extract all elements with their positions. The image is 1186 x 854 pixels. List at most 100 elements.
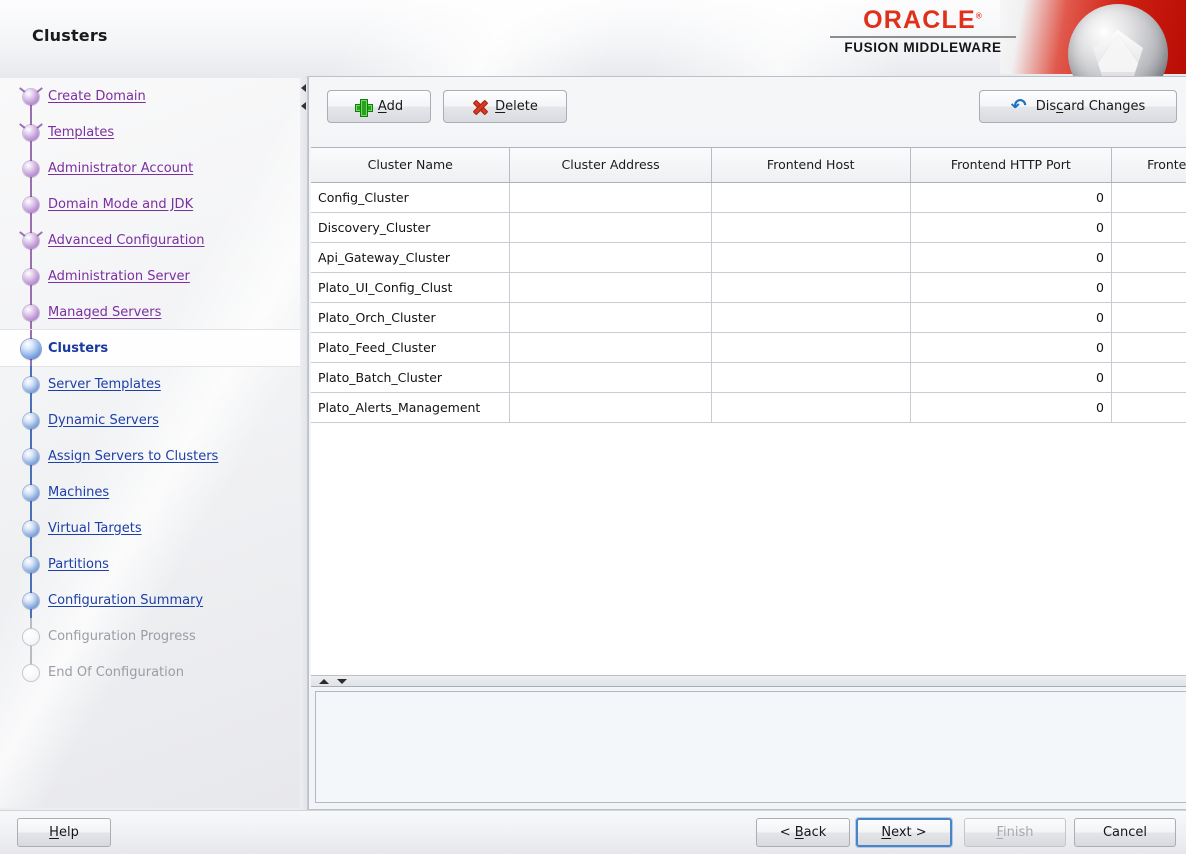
cancel-button[interactable]: Cancel xyxy=(1074,818,1176,847)
cell-frontend-host[interactable] xyxy=(711,332,911,363)
back-button[interactable]: < Back xyxy=(756,818,850,847)
cell-cluster-name[interactable]: Plato_Orch_Cluster xyxy=(311,302,511,333)
clusters-table: Cluster Name Cluster Address Frontend Ho… xyxy=(311,148,1186,423)
cell-cluster-address[interactable] xyxy=(509,302,712,333)
cell-frontend-host[interactable] xyxy=(711,182,911,213)
sidebar-item-label: Clusters xyxy=(48,340,109,356)
cell-frontend-http-port[interactable]: 0 xyxy=(910,332,1112,363)
cell-frontend-host[interactable] xyxy=(711,242,911,273)
table-row[interactable]: Discovery_Cluster 00 xyxy=(311,212,1186,243)
cell-cluster-address[interactable] xyxy=(509,332,712,363)
cell-cluster-name[interactable]: Plato_Batch_Cluster xyxy=(311,362,511,393)
cell-frontend-https-port[interactable]: 0 xyxy=(1111,392,1186,423)
next-button[interactable]: Next > xyxy=(856,818,952,847)
delete-button[interactable]: Delete xyxy=(443,90,567,123)
sidebar-item-clusters[interactable]: Clusters xyxy=(0,330,302,366)
cell-frontend-https-port[interactable]: 0 xyxy=(1111,332,1186,363)
oracle-logo: ORACLE® FUSION MIDDLEWARE xyxy=(828,8,1018,55)
cell-frontend-host[interactable] xyxy=(711,362,911,393)
table-row[interactable]: Plato_Batch_Cluster 00 xyxy=(311,362,1186,393)
help-button[interactable]: Help xyxy=(17,818,111,847)
step-node-icon xyxy=(14,330,48,366)
sidebar-item-templates[interactable]: Templates xyxy=(0,114,302,150)
cell-cluster-name[interactable]: Plato_UI_Config_Clust xyxy=(311,272,511,303)
sidebar-item-partitions[interactable]: Partitions xyxy=(0,546,302,582)
cell-frontend-https-port[interactable]: 0 xyxy=(1111,302,1186,333)
cell-frontend-https-port[interactable]: 0 xyxy=(1111,242,1186,273)
splitter-expand-down-icon[interactable] xyxy=(337,679,347,684)
cell-frontend-host[interactable] xyxy=(711,302,911,333)
cell-cluster-address[interactable] xyxy=(509,212,712,243)
column-header-frontend-host[interactable]: Frontend Host xyxy=(711,148,911,183)
step-node-icon xyxy=(14,510,48,546)
cell-frontend-https-port[interactable]: 0 xyxy=(1111,182,1186,213)
discard-button-label: Discard Changes xyxy=(1035,99,1146,114)
cell-cluster-address[interactable] xyxy=(509,392,712,423)
sidebar-item-label: Managed Servers xyxy=(48,304,162,320)
clusters-table-container[interactable]: Cluster Name Cluster Address Frontend Ho… xyxy=(311,147,1186,675)
sidebar-item-end-of-configuration: End Of Configuration xyxy=(0,654,302,690)
splitter-expand-right-icon[interactable] xyxy=(301,102,306,110)
cell-cluster-name[interactable]: Plato_Feed_Cluster xyxy=(311,332,511,363)
delete-button-label: Delete xyxy=(495,99,538,114)
cell-frontend-host[interactable] xyxy=(711,272,911,303)
cell-frontend-https-port[interactable]: 0 xyxy=(1111,362,1186,393)
cell-cluster-name[interactable]: Discovery_Cluster xyxy=(311,212,511,243)
cell-frontend-http-port[interactable]: 0 xyxy=(910,302,1112,333)
column-header-cluster-name[interactable]: Cluster Name xyxy=(311,148,511,183)
cell-frontend-http-port[interactable]: 0 xyxy=(910,182,1112,213)
cell-frontend-host[interactable] xyxy=(711,212,911,243)
table-row[interactable]: Plato_Alerts_Management 00 xyxy=(311,392,1186,423)
column-header-cluster-address[interactable]: Cluster Address xyxy=(509,148,712,183)
cell-cluster-address[interactable] xyxy=(509,182,712,213)
cell-frontend-http-port[interactable]: 0 xyxy=(910,212,1112,243)
add-button[interactable]: Add xyxy=(327,90,431,123)
sidebar-item-configuration-summary[interactable]: Configuration Summary xyxy=(0,582,302,618)
cell-cluster-address[interactable] xyxy=(509,362,712,393)
vertical-splitter[interactable] xyxy=(300,76,308,810)
table-header-row: Cluster Name Cluster Address Frontend Ho… xyxy=(311,148,1186,183)
sidebar-item-administration-server[interactable]: Administration Server xyxy=(0,258,302,294)
sidebar-item-administrator-account[interactable]: Administrator Account xyxy=(0,150,302,186)
add-button-rest: dd xyxy=(386,99,404,114)
cell-frontend-http-port[interactable]: 0 xyxy=(910,272,1112,303)
cell-cluster-name[interactable]: Config_Cluster xyxy=(311,182,511,213)
discard-changes-button[interactable]: Discard Changes xyxy=(979,90,1177,123)
cell-cluster-address[interactable] xyxy=(509,242,712,273)
step-bead-icon xyxy=(23,233,39,249)
sidebar-item-create-domain[interactable]: Create Domain xyxy=(0,78,302,114)
sidebar-item-server-templates[interactable]: Server Templates xyxy=(0,366,302,402)
table-row[interactable]: Config_Cluster 00 xyxy=(311,182,1186,213)
cell-cluster-name[interactable]: Plato_Alerts_Management xyxy=(311,392,511,423)
cell-cluster-name[interactable]: Api_Gateway_Cluster xyxy=(311,242,511,273)
table-row[interactable]: Plato_Feed_Cluster 00 xyxy=(311,332,1186,363)
column-header-frontend-http-port[interactable]: Frontend HTTP Port xyxy=(910,148,1112,183)
sidebar-item-advanced-configuration[interactable]: Advanced Configuration xyxy=(0,222,302,258)
step-node-icon xyxy=(14,114,48,150)
oracle-wordmark: ORACLE® xyxy=(863,8,983,33)
cell-frontend-https-port[interactable]: 0 xyxy=(1111,272,1186,303)
cell-frontend-http-port[interactable]: 0 xyxy=(910,392,1112,423)
table-row[interactable]: Api_Gateway_Cluster 00 xyxy=(311,242,1186,273)
sidebar-item-virtual-targets[interactable]: Virtual Targets xyxy=(0,510,302,546)
step-node-icon xyxy=(14,294,48,330)
cell-frontend-http-port[interactable]: 0 xyxy=(910,242,1112,273)
sidebar-item-label: Create Domain xyxy=(48,88,146,104)
table-row[interactable]: Plato_Orch_Cluster 00 xyxy=(311,302,1186,333)
cell-cluster-address[interactable] xyxy=(509,272,712,303)
sidebar-item-machines[interactable]: Machines xyxy=(0,474,302,510)
sidebar-item-assign-servers-to-clusters[interactable]: Assign Servers to Clusters xyxy=(0,438,302,474)
sidebar-item-dynamic-servers[interactable]: Dynamic Servers xyxy=(0,402,302,438)
horizontal-splitter[interactable] xyxy=(311,675,1186,687)
column-header-frontend-https-port[interactable]: Frontend HTTPS Port xyxy=(1111,148,1186,183)
step-node-icon xyxy=(14,654,48,690)
table-row[interactable]: Plato_UI_Config_Clust 00 xyxy=(311,272,1186,303)
sidebar-item-managed-servers[interactable]: Managed Servers xyxy=(0,294,302,330)
step-bead-icon xyxy=(23,485,39,501)
cell-frontend-http-port[interactable]: 0 xyxy=(910,362,1112,393)
splitter-collapse-left-icon[interactable] xyxy=(301,84,306,92)
cell-frontend-host[interactable] xyxy=(711,392,911,423)
sidebar-item-domain-mode-and-jdk[interactable]: Domain Mode and JDK xyxy=(0,186,302,222)
splitter-collapse-up-icon[interactable] xyxy=(319,679,329,684)
cell-frontend-https-port[interactable]: 0 xyxy=(1111,212,1186,243)
